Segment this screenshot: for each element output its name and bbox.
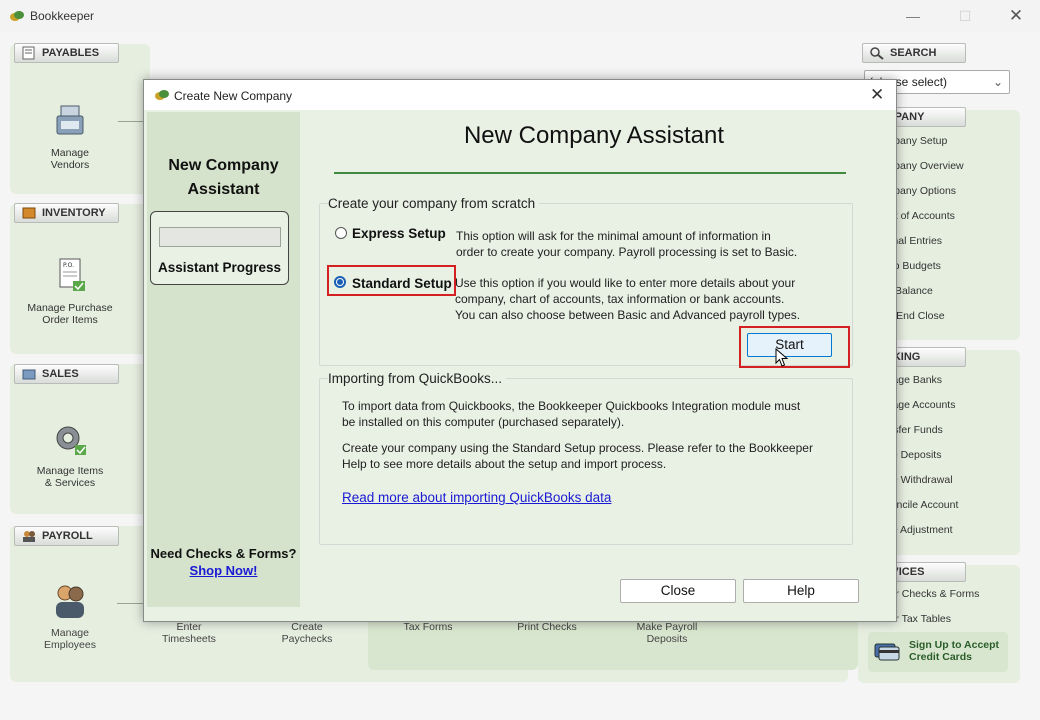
assistant-progress-bar: [159, 227, 281, 247]
standard-setup-description: Use this option if you would like to ent…: [455, 276, 801, 322]
minimize-button[interactable]: —: [898, 6, 928, 26]
print-checks-label: Print Checks: [517, 621, 577, 633]
print-checks-item[interactable]: Print Checks: [497, 621, 597, 633]
payroll-tab-label: PAYROLL: [42, 530, 93, 542]
dialog-titlebar: Create New Company ✕: [144, 80, 896, 110]
app-title: Bookkeeper: [30, 9, 95, 23]
manage-purchase-order-item[interactable]: P.O. Manage Purchase Order Items: [20, 257, 120, 326]
close-button[interactable]: Close: [620, 579, 736, 603]
standard-setup-label[interactable]: Standard Setup: [352, 276, 452, 291]
payroll-tab[interactable]: PAYROLL: [14, 526, 119, 546]
manage-items-services-item[interactable]: Manage Items & Services: [20, 420, 120, 489]
purchase-order-icon: P.O.: [59, 258, 85, 291]
assistant-sidebar: New Company Assistant Assistant Progress…: [147, 112, 300, 607]
payables-tab-label: PAYABLES: [42, 47, 100, 59]
heading-divider: [334, 172, 846, 174]
dialog-title: Create New Company: [174, 89, 293, 103]
create-from-scratch-title: Create your company from scratch: [328, 196, 540, 211]
employees-icon: [56, 585, 84, 618]
create-new-company-dialog: Create New Company ✕ New Company Assista…: [143, 79, 897, 622]
make-payroll-deposits-label: Make Payroll Deposits: [636, 621, 698, 645]
cash-register-icon: [56, 105, 84, 135]
shop-now-link[interactable]: Shop Now!: [147, 563, 300, 578]
search-icon: [870, 47, 884, 60]
assistant-heading: New Company Assistant: [463, 122, 725, 149]
credit-card-icon: [874, 643, 900, 661]
search-tab-label: SEARCH: [890, 47, 937, 59]
tax-forms-item[interactable]: Tax Forms: [378, 621, 478, 633]
app-titlebar: Bookkeeper — ☐ ✕: [0, 0, 1040, 32]
enter-timesheets-label: Enter Timesheets: [162, 621, 216, 645]
import-quickbooks-title: Importing from QuickBooks...: [328, 371, 507, 386]
window-close-button[interactable]: ✕: [1001, 6, 1031, 26]
app-logo-icon: [10, 11, 24, 21]
inventory-tab-label: INVENTORY: [42, 207, 106, 219]
dialog-close-icon[interactable]: ✕: [870, 85, 884, 105]
make-payroll-deposits-item[interactable]: Make Payroll Deposits: [617, 621, 717, 645]
sales-tab[interactable]: SALES: [14, 364, 119, 384]
enter-timesheets-item[interactable]: Enter Timesheets: [139, 621, 239, 645]
import-paragraph-2: Create your company using the Standard S…: [342, 441, 813, 471]
help-button[interactable]: Help: [743, 579, 859, 603]
manage-purchase-order-label: Manage Purchase Order Items: [27, 302, 113, 326]
sales-icon: [22, 369, 36, 380]
document-icon: [22, 46, 35, 60]
search-tab[interactable]: SEARCH: [862, 43, 966, 63]
svg-text:P.O.: P.O.: [63, 262, 74, 269]
start-button[interactable]: Start: [747, 333, 832, 357]
need-checks-text: Need Checks & Forms?: [150, 546, 297, 561]
manage-employees-item[interactable]: Manage Employees: [20, 582, 120, 651]
create-paychecks-item[interactable]: Create Paychecks: [257, 621, 357, 645]
manage-vendors-label: Manage Vendors: [50, 147, 90, 171]
assistant-progress-box: Assistant Progress: [150, 211, 289, 285]
sales-tab-label: SALES: [42, 368, 79, 380]
app-logo-icon: [155, 90, 169, 100]
maximize-button[interactable]: ☐: [950, 6, 980, 26]
import-paragraph-1: To import data from Quickbooks, the Book…: [342, 399, 801, 429]
manage-items-services-label: Manage Items & Services: [36, 465, 104, 489]
box-icon: [22, 207, 36, 219]
assistant-title: New Company Assistant: [168, 157, 279, 198]
credit-cards-label[interactable]: Sign Up to Accept Credit Cards: [909, 639, 1005, 663]
payables-tab[interactable]: PAYABLES: [14, 43, 119, 63]
tax-forms-label: Tax Forms: [403, 621, 453, 633]
chevron-down-icon: ⌄: [992, 75, 1003, 89]
assistant-progress-label: Assistant Progress: [157, 260, 282, 275]
inventory-tab[interactable]: INVENTORY: [14, 203, 119, 223]
manage-vendors-item[interactable]: Manage Vendors: [20, 102, 120, 171]
people-icon: [23, 531, 35, 542]
standard-setup-radio[interactable]: [334, 276, 346, 288]
create-paychecks-label: Create Paychecks: [281, 621, 333, 645]
express-setup-label[interactable]: Express Setup: [352, 226, 446, 241]
manage-employees-label: Manage Employees: [44, 627, 96, 651]
express-setup-radio[interactable]: [335, 227, 347, 239]
mouse-cursor-icon: [775, 348, 789, 367]
express-setup-description: This option will ask for the minimal amo…: [456, 229, 798, 259]
quickbooks-import-link[interactable]: Read more about importing QuickBooks dat…: [342, 490, 611, 505]
gear-icon: [56, 426, 86, 455]
